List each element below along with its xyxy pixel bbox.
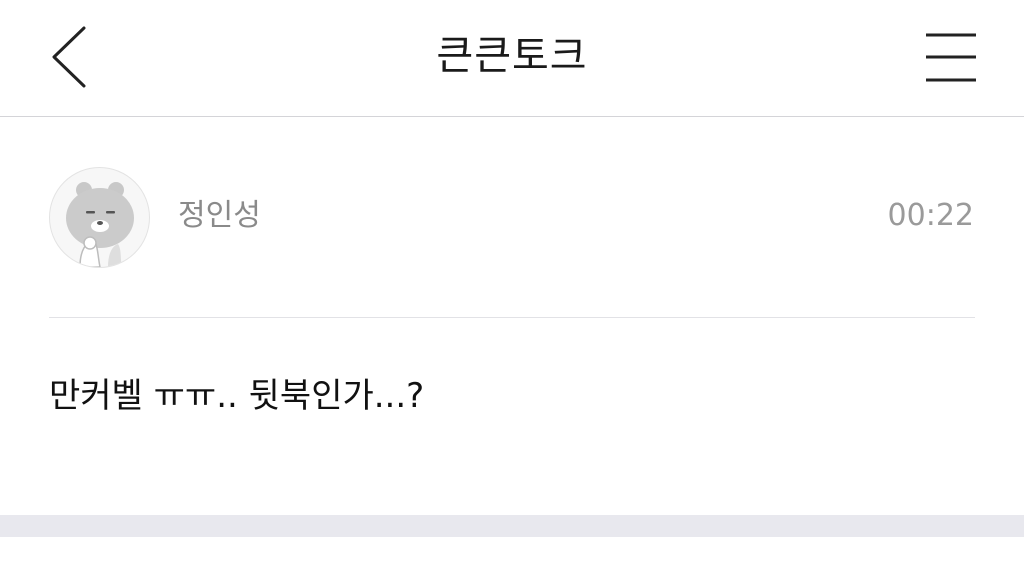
post-meta: 정인성 00:22 [0,118,1024,318]
message-text: 만커벨 ㅠㅠ.. 뒷북인가...? [49,376,425,416]
menu-button[interactable] [918,26,984,88]
divider [49,317,975,318]
hamburger-menu-icon [926,33,976,82]
post-time: 00:22 [887,198,974,233]
avatar[interactable] [49,167,150,268]
author-name: 정인성 [178,198,261,233]
section-separator-band [0,515,1024,537]
page-title: 큰큰토크 [436,33,588,79]
header-bar: 큰큰토크 [0,0,1024,117]
bear-character-avatar-icon [66,182,134,267]
